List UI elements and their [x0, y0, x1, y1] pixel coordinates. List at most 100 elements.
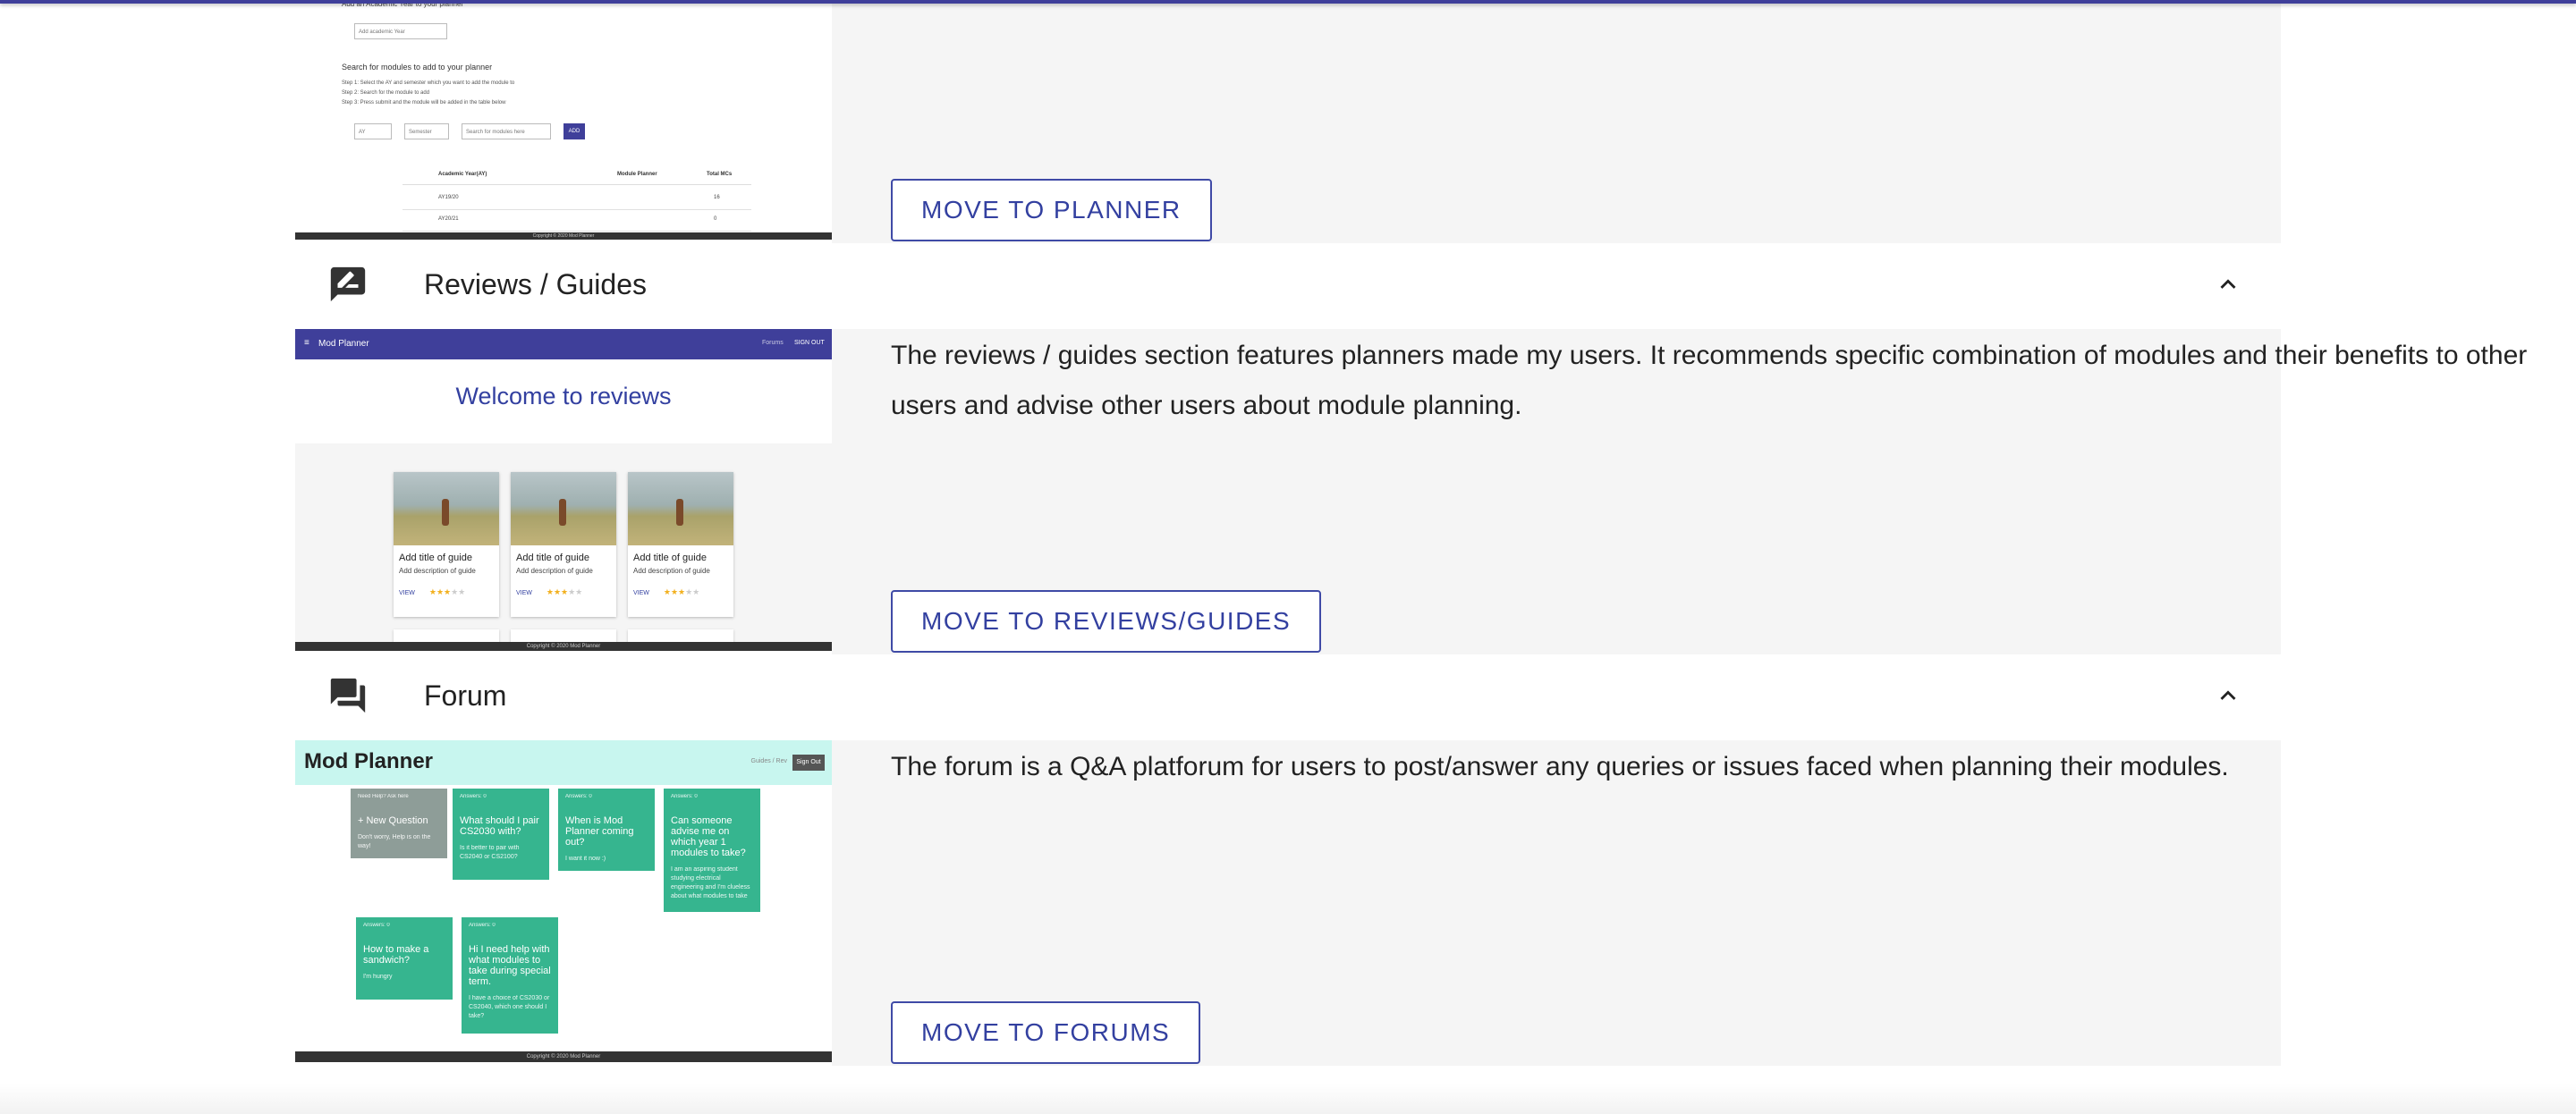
add-module-button: ADD [564, 123, 585, 139]
forum-description: The forum is a Q&A platforum for users t… [891, 752, 2229, 781]
step-2: Step 2: Search for the module to add [342, 90, 430, 96]
forum-post-card: Answers: 0 How to make a sandwich? I'm h… [356, 917, 453, 1000]
reviews-panel: ≡ Mod Planner Forums SIGN OUT Welcome to… [295, 329, 2527, 654]
page-bottom-shadow [0, 1084, 2576, 1114]
post-answers: Answers: 0 [363, 923, 390, 928]
post-body: I am an aspiring student studying electr… [671, 866, 750, 899]
reviews-footer-text: Copyright © 2020 Mod Planner [526, 644, 601, 649]
mod-planner-logo: Mod Planner [304, 749, 434, 773]
move-to-planner-button[interactable]: MOVE TO PLANNER [891, 179, 1212, 241]
row-ay: AY20/21 [438, 216, 459, 222]
planner-thumb-footer: Copyright © 2020 Mod Planner [295, 232, 832, 240]
forums-link: Forums [762, 340, 784, 346]
forum-footer-text: Copyright © 2020 Mod Planner [526, 1054, 601, 1059]
forum-sign-out: Sign Out [792, 755, 825, 771]
guide-card-desc: Add description of guide [633, 567, 710, 575]
forum-post-card: Answers: 0 What should I pair CS2030 wit… [453, 789, 549, 880]
reviews-thumb-header: ≡ Mod Planner Forums SIGN OUT [295, 329, 832, 359]
forum-post-card: Answers: 0 Hi I need help with what modu… [462, 917, 558, 1034]
move-to-reviews-button[interactable]: MOVE TO REVIEWS/GUIDES [891, 590, 1322, 653]
post-body: I'm hungry [363, 974, 393, 980]
ay-select: AY [354, 123, 392, 139]
guide-card: Add title of guide Add description of gu… [628, 472, 733, 617]
forum-panel: Mod Planner Guides / Rev Sign Out Need H… [295, 740, 2281, 1066]
post-answers: Answers: 0 [671, 794, 698, 799]
row-mcs: 0 [714, 216, 717, 222]
welcome-heading: Welcome to reviews [455, 383, 672, 409]
post-answers: Answers: 0 [460, 794, 487, 799]
semester-select: Semester [404, 123, 449, 139]
col-module-planner: Module Planner [617, 172, 657, 177]
planner-footer-text: Copyright © 2020 Mod Planner [532, 233, 595, 239]
menu-icon: ≡ [304, 338, 309, 348]
module-search-field: Search for modules here [462, 123, 551, 139]
star-rating: ★★★★★ [428, 587, 466, 596]
guide-card-image [394, 472, 499, 545]
forum-icon [330, 678, 366, 713]
forum-section-title: Forum [424, 679, 507, 712]
guide-card-title: Add title of guide [516, 553, 589, 563]
post-body: I want it now :) [565, 856, 606, 862]
guide-card-view: VIEW [516, 590, 532, 596]
planner-table-row: AY20/21 0 [402, 211, 751, 232]
post-title: What should I pair CS2030 with? [460, 815, 539, 837]
row-mcs: 16 [714, 195, 720, 200]
move-to-forums-button[interactable]: MOVE TO FORUMS [891, 1001, 1201, 1064]
guide-card-footer: VIEW ★★★★★ [628, 575, 733, 597]
search-heading: Search for modules to add to your planne… [342, 63, 493, 72]
row-ay: AY19/20 [438, 195, 459, 200]
star-rating: ★★★★★ [663, 587, 700, 596]
new-question-card: Need Help? Ask here + New Question Don't… [351, 789, 447, 858]
guide-card-title: Add title of guide [633, 553, 707, 563]
sign-out-link: SIGN OUT [794, 340, 825, 346]
reviews-app-name: Mod Planner [318, 339, 369, 349]
guide-card-title: Add title of guide [399, 553, 472, 563]
forum-post-card: Answers: 0 When is Mod Planner coming ou… [558, 789, 655, 871]
post-title: How to make a sandwich? [363, 944, 429, 966]
col-total-mcs: Total MCs [707, 172, 733, 177]
post-answers: Answers: 0 [565, 794, 592, 799]
planner-table-header: Academic Year(AY) Module Planner Total M… [402, 168, 751, 185]
guide-card-desc: Add description of guide [516, 567, 593, 575]
new-question-label: Need Help? Ask here [358, 794, 409, 799]
guide-card: Add title of guide Add description of gu… [394, 472, 499, 617]
guide-card-view: VIEW [399, 590, 415, 596]
col-academic-year: Academic Year(AY) [438, 172, 487, 177]
guide-card-desc: Add description of guide [399, 567, 476, 575]
guide-card-view: VIEW [633, 590, 649, 596]
post-title: When is Mod Planner coming out? [565, 815, 634, 848]
forum-thumb-footer: Copyright © 2020 Mod Planner [295, 1051, 832, 1062]
reviews-thumbnail: ≡ Mod Planner Forums SIGN OUT Welcome to… [295, 329, 832, 651]
planner-thumbnail: Add an Academic Year to your planner Add… [295, 0, 832, 240]
post-answers: Answers: 0 [469, 923, 496, 928]
chevron-up-icon[interactable] [2213, 680, 2243, 711]
step-3: Step 3: Press submit and the module will… [342, 100, 506, 105]
planner-table-row: AY19/20 16 [402, 190, 751, 210]
post-title: Can someone advise me on which year 1 mo… [671, 815, 746, 858]
post-body: I have a choice of CS2030 or CS2040, whi… [469, 995, 550, 1019]
new-question-sub: Don't worry, Help is on the way! [358, 834, 431, 849]
star-rating: ★★★★★ [546, 587, 583, 596]
guide-card-image [511, 472, 616, 545]
reviews-section-title: Reviews / Guides [424, 267, 647, 300]
top-app-bar-edge [0, 0, 2576, 4]
chevron-up-icon[interactable] [2213, 269, 2243, 300]
forum-section-header[interactable]: Forum [295, 654, 2281, 737]
forum-thumb-header: Mod Planner Guides / Rev Sign Out [295, 740, 832, 785]
post-body: Is it better to pair with CS2040 or CS21… [460, 845, 520, 860]
forum-thumbnail: Mod Planner Guides / Rev Sign Out Need H… [295, 740, 832, 1062]
new-question-title: + New Question [358, 815, 428, 826]
steps-list: Step 1: Select the AY and semester which… [342, 79, 514, 108]
post-title: Hi I need help with what modules to take… [469, 944, 551, 987]
step-1: Step 1: Select the AY and semester which… [342, 80, 515, 86]
guide-card-image [628, 472, 733, 545]
add-year-select: Add academic Year [354, 23, 447, 39]
guide-card: Add title of guide Add description of gu… [511, 472, 616, 617]
reviews-section-header[interactable]: Reviews / Guides [295, 243, 2281, 325]
guide-card-footer: VIEW ★★★★★ [394, 575, 499, 597]
reviews-thumb-footer: Copyright © 2020 Mod Planner [295, 642, 832, 651]
forum-post-card: Answers: 0 Can someone advise me on whic… [664, 789, 760, 912]
rate-review-icon [330, 266, 366, 302]
reviews-description: The reviews / guides section features pl… [891, 341, 2528, 420]
guides-link: Guides / Rev [750, 758, 787, 764]
